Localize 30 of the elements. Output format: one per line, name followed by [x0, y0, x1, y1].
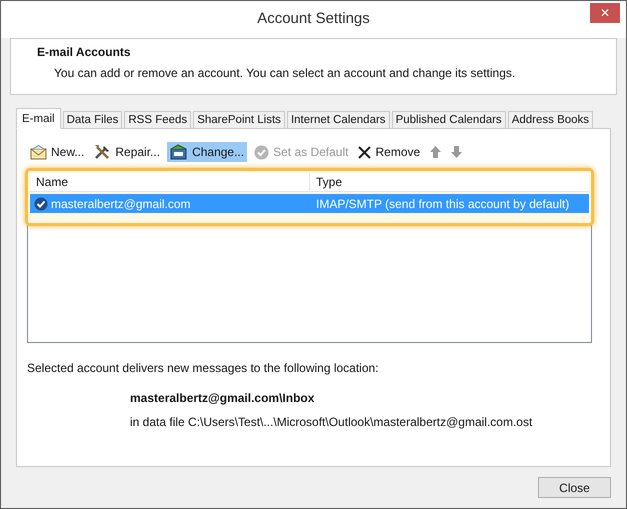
settings-icon — [170, 144, 188, 160]
arrow-up-icon — [430, 146, 442, 158]
data-file-path: in data file C:\Users\Test\...\Microsoft\Outlook\masteralbertz@gmail.com.ost — [130, 414, 534, 431]
section-title: E-mail Accounts — [37, 44, 132, 61]
tools-icon — [94, 144, 112, 160]
check-circle-icon — [254, 144, 270, 160]
tab[interactable]: SharePoint Lists — [193, 111, 285, 129]
envelope-icon — [30, 144, 47, 160]
column-header[interactable]: Name — [30, 173, 310, 191]
delivery-folder: masteralbertz@gmail.com\Inbox — [130, 390, 316, 407]
section-description: You can add or remove an account. You can select an account and change its settings. — [53, 65, 516, 82]
tab[interactable]: RSS Feeds — [124, 111, 192, 129]
arrow-down-icon — [451, 146, 462, 158]
close-button[interactable]: ✕ — [590, 3, 620, 23]
account-type: IMAP/SMTP (send from this account by default) — [315, 196, 570, 212]
tab[interactable]: Internet Calendars — [286, 111, 390, 129]
tab[interactable]: Data Files — [62, 111, 122, 129]
window-title: Account Settings — [257, 9, 370, 30]
account-name: masteralbertz@gmail.com — [51, 196, 191, 212]
repair-button[interactable]: Repair... — [91, 142, 164, 162]
new-button[interactable]: New... — [27, 142, 88, 162]
close-button[interactable]: Close — [538, 477, 611, 498]
remove-button[interactable]: Remove — [355, 142, 424, 162]
tab[interactable]: E-mail — [16, 108, 61, 129]
change-button[interactable]: Change... — [167, 142, 248, 162]
column-header[interactable]: Type — [310, 173, 589, 191]
delivery-description: Selected account delivers new messages to the following location: — [27, 360, 380, 377]
close-icon — [358, 146, 372, 158]
tab[interactable]: Published Calendars — [392, 111, 506, 129]
tab[interactable]: Address Books — [508, 111, 594, 129]
